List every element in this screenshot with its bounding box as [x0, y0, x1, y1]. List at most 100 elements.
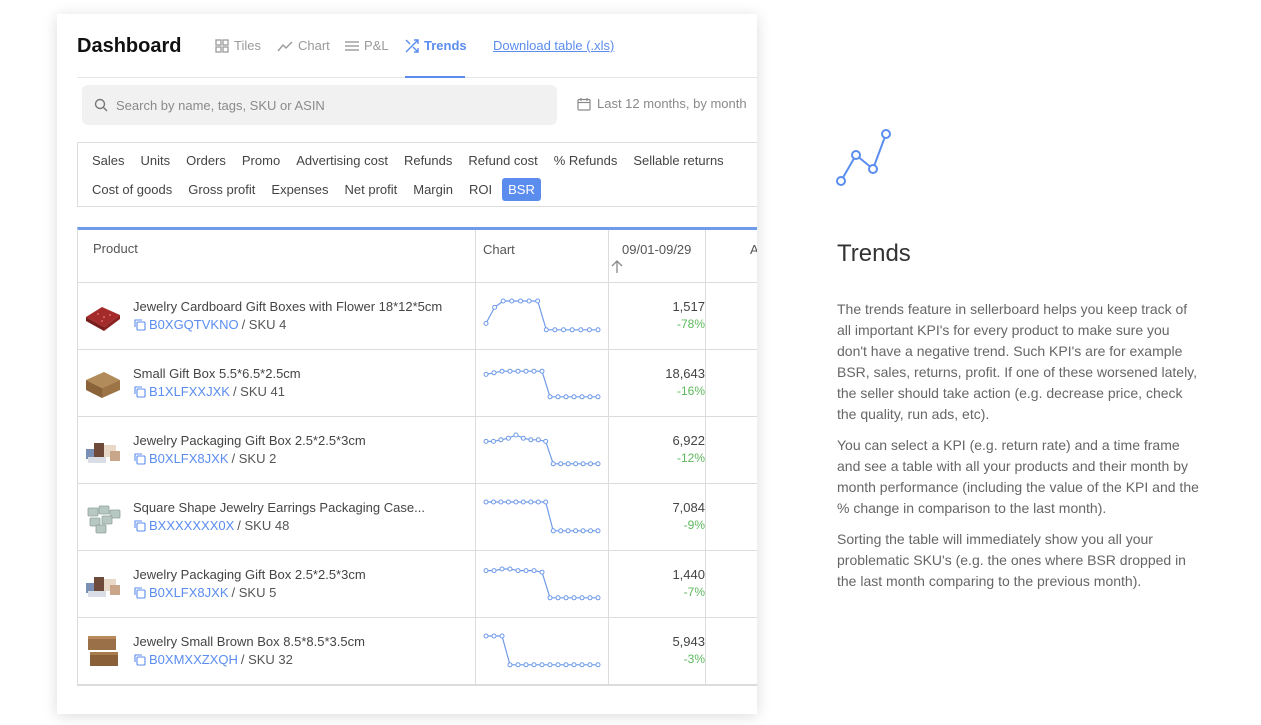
sparkline-point [550, 528, 556, 534]
sparkline-point [499, 566, 505, 572]
date-range-selector[interactable]: Last 12 months, by month [577, 96, 747, 111]
product-name[interactable]: Jewelry Packaging Gift Box 2.5*2.5*3cm [133, 433, 463, 448]
arrow-up-icon[interactable] [611, 260, 623, 274]
search-box[interactable] [82, 85, 557, 125]
sparkline-point [547, 662, 553, 668]
kpi-row-2: Cost of goods Gross profit Expenses Net … [86, 178, 541, 201]
tab-tiles[interactable]: Tiles [215, 38, 261, 53]
bsr-change: -12% [676, 451, 705, 465]
trend-sparkline [483, 499, 601, 534]
sparkline-point [569, 327, 575, 333]
table-row[interactable]: Jewelry Cardboard Gift Boxes with Flower… [78, 283, 757, 350]
copy-icon[interactable] [133, 385, 146, 398]
trends-icon [405, 38, 419, 53]
asin-link[interactable]: B1XLFXXJXK [149, 384, 230, 399]
table-row[interactable]: Jewelry Packaging Gift Box 2.5*2.5*3cm B… [78, 417, 757, 484]
sparkline-point [571, 662, 577, 668]
sparkline-point [558, 528, 564, 534]
sparkline-path [486, 635, 598, 666]
sparkline-point [543, 438, 549, 444]
asin-link[interactable]: B0XLFX8JXK [149, 451, 229, 466]
bsr-change: -3% [683, 652, 705, 666]
sparkline-point [595, 662, 601, 668]
search-icon [94, 98, 108, 112]
kpi-advertising-cost[interactable]: Advertising cost [290, 149, 394, 172]
table-row[interactable]: Jewelry Small Brown Box 8.5*8.5*3.5cm B0… [78, 618, 757, 685]
product-name[interactable]: Small Gift Box 5.5*6.5*2.5cm [133, 366, 463, 381]
sparkline-point [573, 528, 579, 534]
tab-pl[interactable]: P&L [345, 38, 389, 53]
table-row[interactable]: Square Shape Jewelry Earrings Packaging … [78, 484, 757, 551]
copy-icon[interactable] [133, 653, 146, 666]
sparkline-point [579, 394, 585, 400]
period-column-header[interactable]: 09/01-09/29 [622, 242, 691, 257]
sparkline-point [580, 528, 586, 534]
copy-icon[interactable] [133, 452, 146, 465]
kpi-refunds[interactable]: Refunds [398, 149, 458, 172]
kpi-promo[interactable]: Promo [236, 149, 286, 172]
sparkline-point [491, 568, 497, 574]
brown-boxes-stack-thumbnail [88, 636, 118, 666]
sparkline-point [483, 438, 489, 444]
product-meta: BXXXXXXX0X / SKU 48 [133, 518, 289, 533]
download-table-link[interactable]: Download table (.xls) [493, 38, 614, 53]
sparkline-point [587, 662, 593, 668]
kpi-sellable-returns[interactable]: Sellable returns [627, 149, 729, 172]
bsr-value: 1,440 [672, 567, 705, 582]
asin-link[interactable]: B0XLFX8JXK [149, 585, 229, 600]
kpi-units[interactable]: Units [135, 149, 177, 172]
search-input[interactable] [116, 97, 546, 113]
tab-trends[interactable]: Trends [405, 38, 467, 53]
sparkline-point [499, 633, 505, 639]
sparkline-point [595, 327, 601, 333]
sparkline-point [499, 368, 505, 374]
info-title: Trends [837, 240, 911, 267]
sparkline-point [563, 662, 569, 668]
tab-chart[interactable]: Chart [277, 38, 330, 53]
asin-link[interactable]: BXXXXXXX0X [149, 518, 234, 533]
sparkline-point [483, 568, 489, 574]
kpi-refund-cost[interactable]: Refund cost [462, 149, 543, 172]
product-name[interactable]: Square Shape Jewelry Earrings Packaging … [133, 500, 463, 515]
kpi-percent-refunds[interactable]: % Refunds [548, 149, 624, 172]
asin-link[interactable]: B0XMXXZXQH [149, 652, 238, 667]
sparkline-point [505, 435, 511, 441]
kpi-margin[interactable]: Margin [407, 178, 459, 201]
product-name[interactable]: Jewelry Cardboard Gift Boxes with Flower… [133, 299, 463, 314]
kpi-cost-of-goods[interactable]: Cost of goods [86, 178, 178, 201]
table-row[interactable]: Small Gift Box 5.5*6.5*2.5cm B1XLFXXJXK … [78, 350, 757, 417]
copy-icon[interactable] [133, 519, 146, 532]
sparkline-point [523, 568, 529, 574]
asin-link[interactable]: B0XGQTVKNO [149, 317, 239, 332]
product-name[interactable]: Jewelry Packaging Gift Box 2.5*2.5*3cm [133, 567, 463, 582]
table-row[interactable]: Jewelry Packaging Gift Box 2.5*2.5*3cm B… [78, 551, 757, 618]
kpi-bsr[interactable]: BSR [502, 178, 541, 201]
kpi-sales[interactable]: Sales [86, 149, 131, 172]
sparkline-point [586, 327, 592, 333]
copy-icon[interactable] [133, 586, 146, 599]
copy-icon[interactable] [133, 318, 146, 331]
page-title: Dashboard [77, 35, 182, 57]
sparkline-point [555, 595, 561, 601]
next-period-column-header[interactable]: A [750, 242, 757, 257]
kpi-expenses[interactable]: Expenses [265, 178, 334, 201]
kpi-net-profit[interactable]: Net profit [339, 178, 404, 201]
sparkline-point [543, 327, 549, 333]
sparkline-point [507, 368, 513, 374]
sparkline-point [509, 298, 515, 304]
product-name[interactable]: Jewelry Small Brown Box 8.5*8.5*3.5cm [133, 634, 463, 649]
kpi-roi[interactable]: ROI [463, 178, 498, 201]
calendar-icon [577, 97, 591, 111]
product-meta: B0XLFX8JXK / SKU 2 [133, 451, 276, 466]
product-meta: B0XMXXZXQH / SKU 32 [133, 652, 293, 667]
sparkline-point [515, 368, 521, 374]
sparkline-point [526, 298, 532, 304]
kpi-orders[interactable]: Orders [180, 149, 232, 172]
sparkline-point [550, 461, 556, 467]
bsr-value: 6,922 [672, 433, 705, 448]
kpi-gross-profit[interactable]: Gross profit [182, 178, 261, 201]
sparkline-point [565, 461, 571, 467]
list-icon [345, 40, 359, 51]
product-column-header[interactable]: Product [93, 241, 138, 256]
sparkline-point [558, 461, 564, 467]
